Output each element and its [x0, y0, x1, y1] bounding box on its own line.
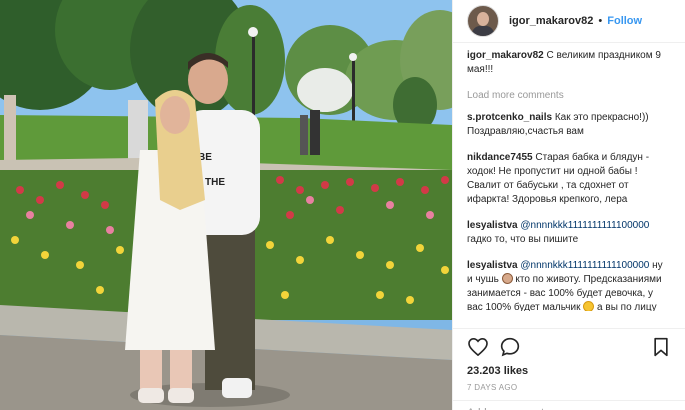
comments-list: igor_makarov82 С великим праздником 9 ма…	[453, 43, 685, 311]
post-header: igor_makarov82 • Follow	[453, 0, 685, 43]
comment-icon[interactable]	[499, 336, 521, 358]
svg-text:THE: THE	[205, 177, 225, 188]
comment-item: lesyalistva @nnnnkkk1111111111100000 ну …	[467, 259, 671, 311]
photo-scene: BE THE	[0, 0, 452, 410]
comment-item: nikdance7455 Старая бабка и блядун - ход…	[467, 151, 671, 207]
comment-text: гадко то, что вы пишите	[467, 234, 579, 245]
comment-item: s.protcenko_nails Как это прекрасно!)) П…	[467, 111, 671, 139]
header-separator: •	[598, 15, 603, 27]
post-actions: 23.203 likes 7 DAYS AGO	[453, 328, 685, 392]
comment-username[interactable]: lesyalistva	[467, 260, 518, 271]
caption-username[interactable]: igor_makarov82	[467, 50, 544, 61]
post-photo: BE THE	[0, 0, 452, 410]
comment-mention[interactable]: @nnnnkkk1111111111100000	[520, 260, 649, 271]
comment-item: lesyalistva @nnnnkkk1111111111100000 гад…	[467, 219, 671, 247]
girl-emoji-icon	[501, 273, 513, 284]
add-comment-input[interactable]: Add a comment...	[453, 400, 685, 410]
comment-username[interactable]: lesyalistva	[467, 220, 518, 231]
bookmark-icon[interactable]	[650, 336, 672, 358]
post-side-panel: igor_makarov82 • Follow igor_makarov82 С…	[452, 0, 685, 410]
header-username[interactable]: igor_makarov82	[509, 15, 593, 27]
likes-count[interactable]: 23.203 likes	[467, 365, 672, 377]
avatar[interactable]	[467, 5, 499, 37]
load-more-comments-button[interactable]: Load more comments	[467, 89, 671, 103]
caption: igor_makarov82 С великим праздником 9 ма…	[467, 49, 671, 77]
heart-icon[interactable]	[467, 336, 489, 358]
comment-username[interactable]: nikdance7455	[467, 152, 533, 163]
comment-mention[interactable]: @nnnnkkk1111111111100000	[520, 220, 649, 231]
action-icons	[467, 335, 672, 359]
smile-emoji-icon	[583, 301, 595, 311]
instagram-post: BE THE igor_makarov82 • Follow igor_maka…	[0, 0, 685, 410]
follow-button[interactable]: Follow	[607, 15, 642, 27]
post-time: 7 DAYS AGO	[467, 383, 518, 392]
comment-username[interactable]: s.protcenko_nails	[467, 112, 552, 123]
